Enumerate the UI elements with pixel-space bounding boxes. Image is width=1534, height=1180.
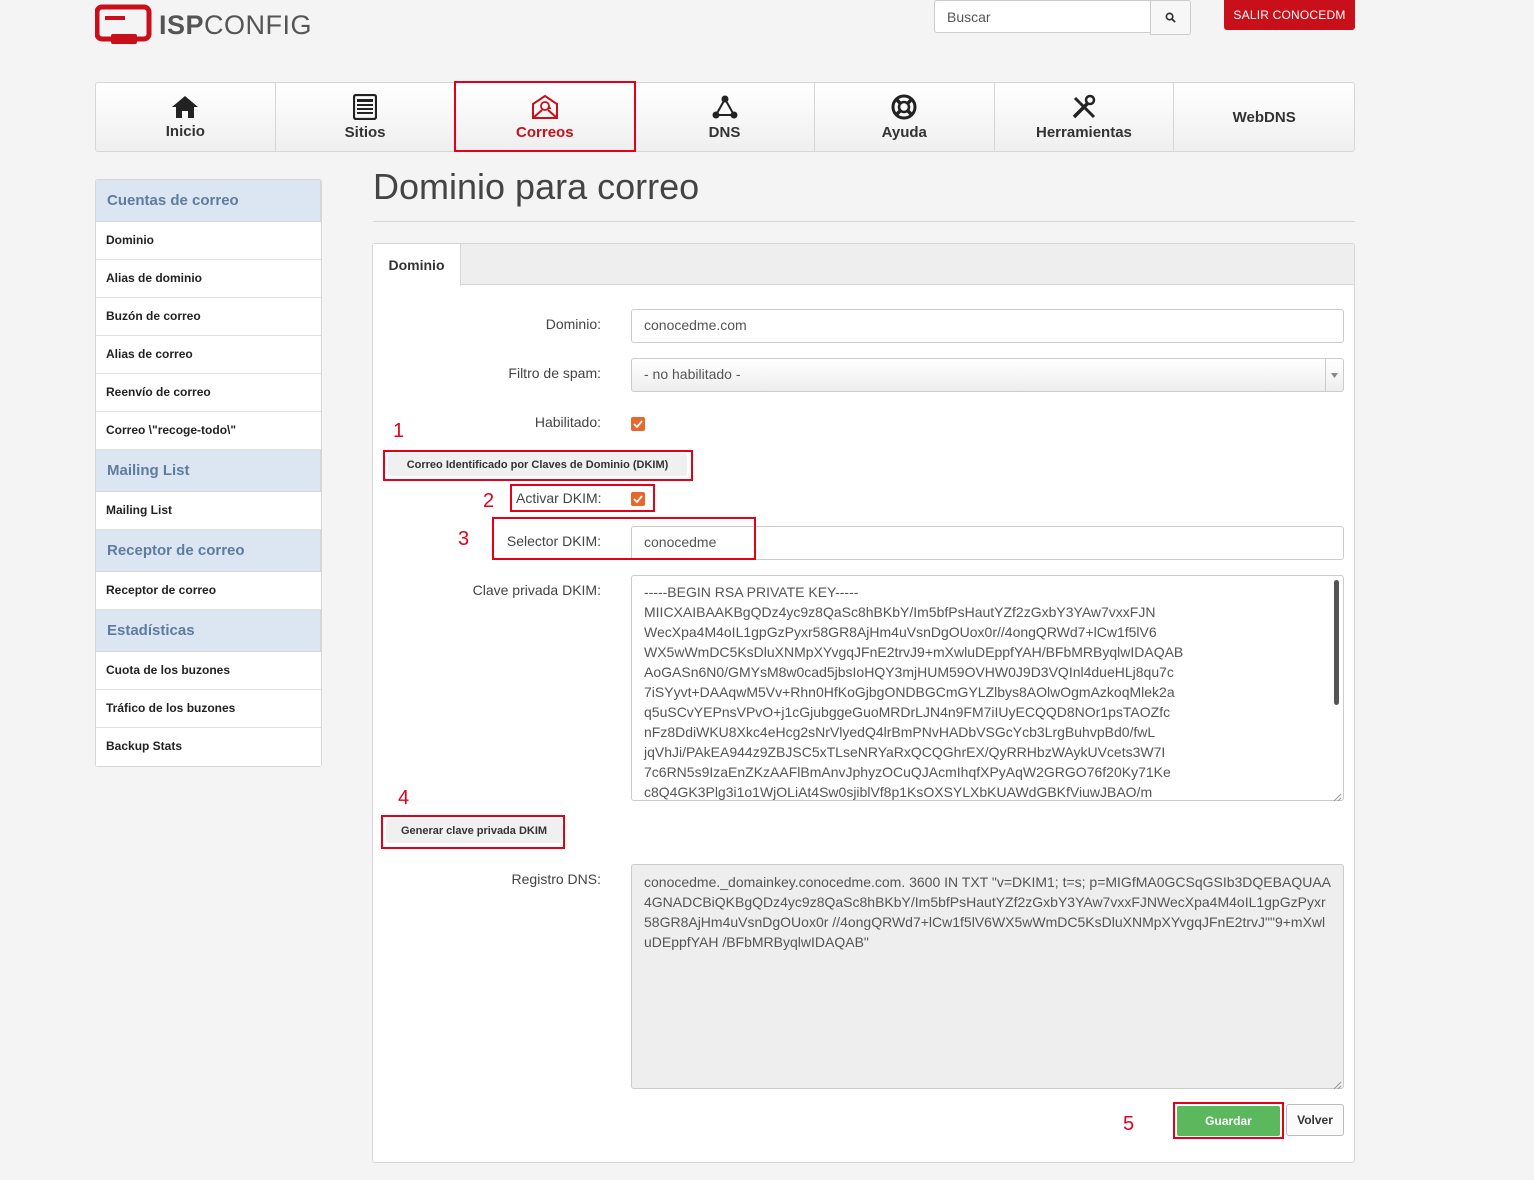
monitor-logo-icon <box>95 4 152 44</box>
nav-label: Inicio <box>165 122 205 140</box>
sidebar-section-title: Cuentas de correo <box>96 180 321 222</box>
sidebar-item-dominio[interactable]: Dominio <box>96 222 321 260</box>
private-key-label: Clave privada DKIM: <box>472 582 601 598</box>
nav-label: Sitios <box>344 123 386 141</box>
divider <box>373 221 1355 222</box>
textarea-scrollbar[interactable] <box>1334 580 1339 705</box>
spam-filter-select[interactable]: - no habilitado - <box>631 358 1344 392</box>
nav-label: Ayuda <box>881 123 927 141</box>
sidebar-item-alias-dominio[interactable]: Alias de dominio <box>96 260 321 298</box>
resize-handle-icon[interactable] <box>1332 789 1342 802</box>
dns-icon <box>712 95 738 118</box>
annotation-box-1 <box>383 450 693 481</box>
annotation-box-4 <box>381 815 565 849</box>
annotation-marker-2: 2 <box>483 490 495 512</box>
annotation-box-2 <box>510 484 655 512</box>
spam-filter-value: - no habilitado - <box>644 366 741 382</box>
habilitado-checkbox[interactable] <box>631 417 645 431</box>
logout-button[interactable]: SALIR CONOCEDM <box>1224 0 1355 30</box>
dns-record-textarea[interactable]: conocedme._domainkey.conocedme.com. 3600… <box>631 864 1344 1089</box>
tools-icon <box>1072 94 1096 118</box>
spam-filter-label: Filtro de spam: <box>508 365 601 381</box>
dns-record-label: Registro DNS: <box>511 871 601 887</box>
nav-label: WebDNS <box>1232 108 1296 126</box>
tab-bar: Dominio <box>373 244 1354 286</box>
sidebar-section-title: Receptor de correo <box>96 530 321 572</box>
back-button[interactable]: Volver <box>1286 1104 1344 1136</box>
resize-handle-icon[interactable] <box>1332 1077 1342 1090</box>
annotation-box-3 <box>492 517 756 560</box>
search-icon <box>1165 12 1176 23</box>
annotation-marker-4: 4 <box>398 787 410 809</box>
annotation-box-correos <box>454 81 636 152</box>
nav-inicio[interactable]: Inicio <box>96 83 276 151</box>
sites-icon <box>353 93 378 120</box>
annotation-box-5 <box>1173 1102 1284 1139</box>
ispconfig-logo[interactable]: ISPCONFIG <box>95 4 312 48</box>
nav-herramientas[interactable]: Herramientas <box>995 83 1175 151</box>
home-icon <box>172 95 199 118</box>
chevron-down-icon <box>1325 359 1343 391</box>
nav-webdns[interactable]: WebDNS <box>1174 83 1354 151</box>
search-input[interactable] <box>934 0 1151 33</box>
help-lifebuoy-icon <box>891 94 917 119</box>
habilitado-label: Habilitado: <box>534 414 601 430</box>
top-navigation: Inicio Sitios Correos DNS Ayuda Herramie… <box>95 82 1355 152</box>
sidebar-item-reenvio[interactable]: Reenvío de correo <box>96 374 321 412</box>
nav-sitios[interactable]: Sitios <box>276 83 456 151</box>
annotation-marker-3: 3 <box>458 528 470 550</box>
sidebar-section-title: Estadísticas <box>96 610 321 652</box>
nav-label: DNS <box>708 123 741 141</box>
sidebar-item-mailing-list[interactable]: Mailing List <box>96 492 321 530</box>
sidebar: Cuentas de correo Dominio Alias de domin… <box>95 179 322 767</box>
sidebar-item-trafico[interactable]: Tráfico de los buzones <box>96 690 321 728</box>
sidebar-item-receptor[interactable]: Receptor de correo <box>96 572 321 610</box>
nav-label: Herramientas <box>1036 123 1132 141</box>
sidebar-section-title: Mailing List <box>96 450 321 492</box>
nav-ayuda[interactable]: Ayuda <box>815 83 995 151</box>
page-title: Dominio para correo <box>373 166 700 207</box>
sidebar-item-cuota[interactable]: Cuota de los buzones <box>96 652 321 690</box>
sidebar-item-backup-stats[interactable]: Backup Stats <box>96 728 321 766</box>
sidebar-item-alias-correo[interactable]: Alias de correo <box>96 336 321 374</box>
private-key-textarea[interactable]: -----BEGIN RSA PRIVATE KEY----- MIICXAIB… <box>631 575 1344 801</box>
sidebar-item-buzon[interactable]: Buzón de correo <box>96 298 321 336</box>
annotation-marker-1: 1 <box>393 420 405 442</box>
tab-dominio[interactable]: Dominio <box>373 244 461 286</box>
search-button[interactable] <box>1150 0 1191 35</box>
check-icon <box>633 420 643 428</box>
dominio-label: Dominio: <box>545 316 601 332</box>
annotation-marker-5: 5 <box>1123 1113 1135 1135</box>
sidebar-item-catchall[interactable]: Correo \"recoge-todo\" <box>96 412 321 450</box>
dominio-input[interactable]: conocedme.com <box>631 309 1344 343</box>
nav-dns[interactable]: DNS <box>635 83 815 151</box>
logo-text: ISPCONFIG <box>159 10 313 40</box>
